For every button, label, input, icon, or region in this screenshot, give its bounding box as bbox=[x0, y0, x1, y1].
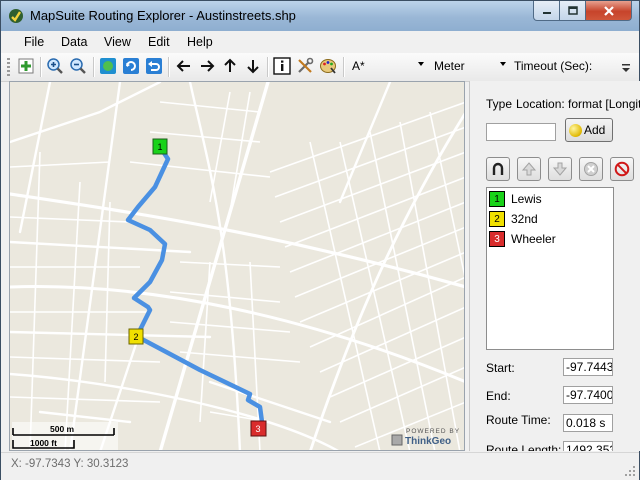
toolbar: A* Meter Timeout (Sec): bbox=[1, 53, 639, 82]
clear-stops-button[interactable] bbox=[610, 157, 634, 181]
toolbar-separator bbox=[40, 57, 42, 77]
pan-down-icon[interactable] bbox=[244, 57, 262, 75]
chevron-down-icon[interactable] bbox=[500, 62, 506, 66]
marker-label: 2 bbox=[133, 332, 138, 342]
add-button-label: Add bbox=[584, 123, 606, 137]
title-bar[interactable]: MapSuite Routing Explorer - Austinstreet… bbox=[1, 1, 639, 31]
stop-name: Wheeler bbox=[511, 232, 556, 246]
route-marker-1[interactable]: 1 bbox=[152, 138, 168, 155]
menu-help[interactable]: Help bbox=[187, 35, 213, 49]
pan-up-icon[interactable] bbox=[221, 57, 239, 75]
marker-label: 3 bbox=[255, 424, 260, 434]
route-length-label: Route Length: bbox=[486, 443, 562, 451]
resize-grip-icon[interactable] bbox=[624, 465, 636, 477]
route-time-value[interactable]: 0.018 s bbox=[563, 414, 613, 432]
status-bar: X: -97.7343 Y: 30.3123 bbox=[1, 452, 639, 480]
delete-x-icon bbox=[584, 162, 598, 176]
route-marker-2[interactable]: 2 bbox=[128, 328, 144, 345]
list-item[interactable]: 1 Lewis bbox=[489, 190, 542, 208]
logo-thinkgeo: ThinkGeo bbox=[405, 436, 451, 447]
main-window: MapSuite Routing Explorer - Austinstreet… bbox=[0, 0, 640, 480]
delete-stop-button[interactable] bbox=[579, 157, 603, 181]
type-label: Type bbox=[486, 97, 513, 111]
marker-label: 1 bbox=[157, 142, 162, 152]
menu-data[interactable]: Data bbox=[61, 35, 87, 49]
arrow-down-icon bbox=[552, 162, 568, 176]
tools-icon[interactable] bbox=[296, 57, 314, 75]
list-item[interactable]: 2 32nd bbox=[489, 210, 538, 228]
style-palette-icon[interactable] bbox=[319, 57, 337, 75]
logo-powered-by: POWERED BY bbox=[406, 428, 460, 435]
stop-badge: 2 bbox=[489, 211, 505, 227]
route-length-value[interactable]: 1492.353 bbox=[563, 441, 613, 451]
zoom-out-icon[interactable] bbox=[69, 57, 87, 75]
full-extent-icon[interactable] bbox=[99, 57, 117, 75]
scale-label-meters: 500 m bbox=[50, 424, 75, 434]
zoom-in-icon[interactable] bbox=[46, 57, 64, 75]
pan-right-icon[interactable] bbox=[198, 57, 216, 75]
scale-label-feet: 1000 ft bbox=[30, 438, 57, 448]
timeout-label: Timeout (Sec): bbox=[514, 59, 593, 73]
window-title: MapSuite Routing Explorer - Austinstreet… bbox=[30, 8, 296, 23]
stop-badge: 1 bbox=[489, 191, 505, 207]
toolbar-separator bbox=[343, 57, 345, 77]
magnet-icon bbox=[492, 162, 504, 175]
toolbar-separator bbox=[93, 57, 95, 77]
start-value[interactable]: -97.744306 bbox=[563, 358, 613, 376]
stops-list[interactable]: 1 Lewis 2 32nd 3 Wheeler bbox=[486, 187, 614, 350]
info-icon[interactable] bbox=[273, 57, 291, 75]
undo-icon[interactable] bbox=[145, 57, 163, 75]
street-map[interactable]: 1 2 3 500 m 1000 ft POWERED BY ThinkGeo bbox=[10, 82, 465, 451]
add-stop-button[interactable]: Add bbox=[565, 118, 613, 142]
menu-file[interactable]: File bbox=[24, 35, 44, 49]
add-layer-icon[interactable] bbox=[17, 57, 35, 75]
minimize-icon bbox=[542, 11, 551, 14]
arrow-up-icon bbox=[521, 162, 537, 176]
move-up-button[interactable] bbox=[517, 157, 541, 181]
unit-select[interactable]: Meter bbox=[434, 59, 465, 73]
route-marker-3[interactable]: 3 bbox=[250, 420, 267, 437]
route-magnet-button[interactable] bbox=[486, 157, 510, 181]
end-value[interactable]: -97.740059 bbox=[563, 386, 613, 404]
stop-name: Lewis bbox=[511, 192, 542, 206]
app-logo-icon bbox=[9, 9, 23, 23]
maximize-button[interactable] bbox=[559, 1, 586, 21]
toolbar-overflow-icon[interactable] bbox=[620, 61, 632, 75]
maximize-icon bbox=[567, 5, 578, 15]
move-down-button[interactable] bbox=[548, 157, 572, 181]
algorithm-select[interactable]: A* bbox=[352, 59, 365, 73]
minimize-button[interactable] bbox=[533, 1, 560, 21]
prohibited-icon bbox=[614, 161, 630, 177]
location-input[interactable] bbox=[486, 123, 556, 141]
menu-edit[interactable]: Edit bbox=[148, 35, 170, 49]
pan-left-icon[interactable] bbox=[175, 57, 193, 75]
list-item[interactable]: 3 Wheeler bbox=[489, 230, 556, 248]
scale-bar: 500 m 1000 ft bbox=[12, 422, 118, 450]
cursor-coordinates: X: -97.7343 Y: 30.3123 bbox=[11, 458, 129, 470]
route-time-label: Route Time: bbox=[486, 413, 551, 427]
close-icon bbox=[603, 5, 614, 16]
menu-bar: File Data View Edit Help bbox=[1, 31, 639, 53]
menu-view[interactable]: View bbox=[104, 35, 131, 49]
close-button[interactable] bbox=[585, 1, 632, 21]
stop-name: 32nd bbox=[511, 212, 538, 226]
stop-badge: 3 bbox=[489, 231, 505, 247]
route-panel: Type Location: format [Longitude,Latitud… bbox=[469, 81, 640, 451]
toolbar-separator bbox=[267, 57, 269, 77]
toolbar-grip[interactable] bbox=[7, 58, 10, 76]
refresh-icon[interactable] bbox=[122, 57, 140, 75]
add-circle-icon bbox=[569, 123, 582, 137]
start-label: Start: bbox=[486, 361, 515, 375]
toolbar-separator bbox=[168, 57, 170, 77]
end-label: End: bbox=[486, 389, 511, 403]
map-view[interactable]: 1 2 3 500 m 1000 ft POWERED BY ThinkGeo bbox=[9, 81, 465, 451]
chevron-down-icon[interactable] bbox=[418, 62, 424, 66]
location-format-label: Location: format [Longitude,Latitude] bbox=[516, 97, 640, 111]
